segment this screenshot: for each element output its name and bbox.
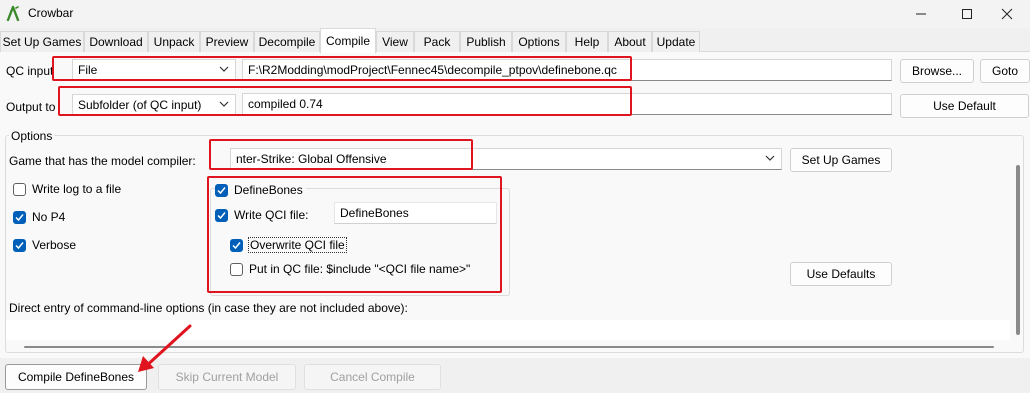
close-icon	[1001, 8, 1013, 20]
tab-preview[interactable]: Preview	[200, 31, 254, 52]
no-p4-checkbox[interactable]: No P4	[13, 210, 65, 224]
checkbox-box	[13, 182, 26, 196]
write-log-checkbox[interactable]: Write log to a file	[13, 182, 121, 196]
game-select-highlight	[209, 139, 473, 170]
minimize-button[interactable]	[898, 0, 944, 28]
verbose-checkbox[interactable]: Verbose	[13, 238, 76, 252]
minimize-icon	[916, 13, 926, 15]
tab-help[interactable]: Help	[566, 31, 608, 52]
checkmark-icon	[15, 213, 24, 221]
definebones-highlight	[207, 176, 502, 293]
chevron-down-icon	[765, 155, 775, 161]
close-button[interactable]	[984, 0, 1030, 28]
tab-pack[interactable]: Pack	[414, 31, 460, 52]
tab-compile[interactable]: Compile	[320, 28, 376, 53]
qc-input-highlight	[52, 56, 632, 81]
checkbox-box	[13, 210, 26, 224]
tab-options[interactable]: Options	[512, 31, 566, 52]
tab-strip: Set Up Games Download Unpack Preview Dec…	[0, 28, 1030, 53]
direct-entry-label: Direct entry of command-line options (in…	[9, 301, 408, 315]
set-up-games-button[interactable]: Set Up Games	[790, 148, 892, 172]
use-defaults-button[interactable]: Use Defaults	[790, 262, 892, 286]
tab-decompile[interactable]: Decompile	[254, 31, 320, 52]
title-bar: Crowbar	[0, 0, 1030, 28]
options-group-label: Options	[9, 129, 55, 143]
tab-view[interactable]: View	[376, 31, 414, 52]
game-label: Game that has the model compiler:	[9, 154, 196, 168]
compile-definebones-button[interactable]: Compile DefineBones	[5, 364, 147, 390]
options-scrollbar[interactable]	[1016, 165, 1020, 335]
annotation-arrow-icon	[138, 324, 192, 372]
output-to-label: Output to	[6, 100, 56, 114]
tab-download[interactable]: Download	[84, 31, 148, 52]
window-title: Crowbar	[28, 6, 74, 20]
tab-update[interactable]: Update	[652, 31, 700, 52]
browse-button[interactable]: Browse...	[900, 59, 974, 83]
no-p4-label: No P4	[32, 210, 66, 224]
cancel-compile-button[interactable]: Cancel Compile	[304, 364, 441, 390]
tab-publish[interactable]: Publish	[460, 31, 512, 52]
maximize-icon	[962, 9, 972, 19]
verbose-label: Verbose	[32, 238, 77, 252]
checkbox-box	[13, 238, 26, 252]
checkmark-icon	[15, 241, 24, 249]
tab-unpack[interactable]: Unpack	[148, 31, 200, 52]
use-default-button[interactable]: Use Default	[900, 94, 1029, 118]
write-log-label: Write log to a file	[32, 182, 122, 196]
qc-input-label: QC input	[6, 64, 54, 78]
tab-set-up-games[interactable]: Set Up Games	[0, 31, 84, 52]
output-to-highlight	[58, 86, 632, 116]
goto-button[interactable]: Goto	[980, 59, 1030, 83]
tab-about[interactable]: About	[608, 31, 652, 52]
crowbar-app-icon	[6, 5, 20, 21]
